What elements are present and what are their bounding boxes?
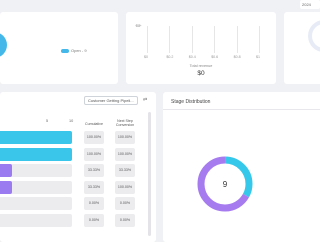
pencil-icon[interactable]: ✎: [134, 21, 144, 31]
next-step-cell: 100.00%: [115, 180, 135, 194]
summary-card: Open - 9: [0, 12, 118, 84]
funnel-bar[interactable]: [0, 131, 72, 144]
stage-donut: 9: [197, 156, 253, 212]
summary-donut-slice: [0, 33, 7, 57]
legend-swatch: [61, 49, 69, 53]
revenue-tick-label: $0.8: [233, 55, 241, 59]
funnel-bar[interactable]: [0, 164, 13, 178]
next-step-cell: 100.00%: [115, 131, 135, 144]
legend-label: Open - 9: [71, 47, 87, 53]
revenue-gridline: [169, 26, 171, 53]
summary-donut: [0, 33, 7, 57]
axis-tick-5: 5: [46, 119, 49, 123]
top-bar: [0, 0, 320, 12]
funnel-bar[interactable]: [0, 147, 72, 161]
total-revenue-label: Total revenue: [189, 64, 213, 68]
revenue-tick-label: $0: [144, 55, 148, 59]
pipeline-select[interactable]: Customer Getting Pipeli...: [84, 96, 138, 105]
revenue-gridline: [259, 26, 260, 53]
total-revenue-value: $0: [197, 70, 205, 77]
swap-icon[interactable]: ⇄: [143, 97, 147, 103]
funnel-bar[interactable]: [0, 180, 13, 194]
cumulative-cell: 100.00%: [84, 131, 104, 144]
side-card: [284, 12, 320, 84]
revenue-gridline: [147, 26, 148, 53]
revenue-gridline: [214, 26, 216, 53]
next-step-cell: 0.00%: [115, 197, 135, 211]
funnel-bar-track: [0, 214, 72, 227]
next-step-cell: 33.33%: [115, 164, 135, 178]
cumulative-cell: 33.33%: [84, 180, 104, 194]
cumulative-cell: 100.00%: [84, 147, 104, 161]
next-step-cell: 0.00%: [115, 214, 135, 227]
col-cumulative: Cumulative: [85, 122, 103, 126]
funnel-bar-track: [0, 197, 72, 211]
scrollbar[interactable]: [148, 112, 151, 236]
side-ring: [308, 20, 320, 52]
next-step-cell: 100.00%: [115, 147, 135, 161]
revenue-gridline: [236, 26, 238, 53]
stage-distribution-card: Stage Distribution 9: [163, 92, 320, 242]
revenue-tick-label: $1: [256, 55, 260, 59]
revenue-tick-label: $0.6: [211, 55, 219, 59]
stage-donut-center: 9: [223, 180, 228, 189]
cumulative-cell: 0.00%: [84, 214, 104, 227]
side-card-ring: [308, 20, 320, 52]
cumulative-cell: 0.00%: [84, 197, 104, 211]
revenue-card: ✎ $0 $0.2 $0.4 $0.6 $0.8 $1 Total revenue $0: [126, 12, 276, 84]
col-next-step-line2: Conversion: [115, 123, 135, 128]
revenue-tick-label: $0.2: [166, 55, 174, 59]
revenue-tick-label: $0.4: [188, 55, 196, 59]
pipeline-card: Customer Getting Pipeli... ⇄ 5 10 Cumula…: [0, 92, 156, 242]
axis-tick-10: 10: [69, 119, 74, 123]
revenue-gridline: [191, 26, 193, 53]
cumulative-cell: 33.33%: [84, 164, 104, 178]
col-next-step: Next Step Conversion: [112, 119, 138, 127]
top-right-button[interactable]: 2024: [300, 0, 320, 9]
